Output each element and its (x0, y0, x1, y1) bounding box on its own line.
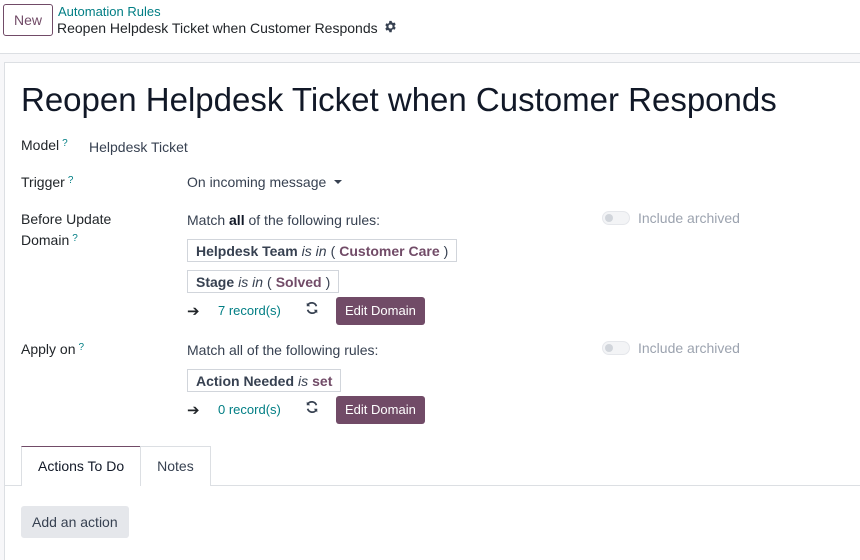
domain-rule-chip[interactable]: Action Needed is set (187, 369, 342, 392)
rule-title[interactable]: Reopen Helpdesk Ticket when Customer Res… (21, 81, 777, 119)
domain-rule-chip[interactable]: Stage is in ( Solved ) (187, 270, 340, 293)
rule-operator: is (298, 372, 309, 389)
include-archived-label: Include archived (638, 340, 740, 356)
rule-close-paren: ) (443, 242, 449, 259)
refresh-icon[interactable] (305, 301, 319, 318)
rule-open-paren: ( (330, 242, 336, 259)
include-archived-label: Include archived (638, 210, 740, 226)
record-name-text: Reopen Helpdesk Ticket when Customer Res… (57, 20, 378, 36)
before-update-include-archived[interactable]: Include archived (602, 210, 740, 226)
trigger-label-text: Trigger (21, 174, 65, 190)
apply-on-records-link[interactable]: 0 record(s) (218, 402, 281, 417)
apply-on-match-text: Match all of the following rules: (187, 342, 379, 358)
model-value: Helpdesk Ticket (89, 139, 188, 155)
match-suffix: of the following rules: (244, 212, 380, 228)
model-label: Model? (21, 135, 68, 156)
domain-rule-chip[interactable]: Helpdesk Team is in ( Customer Care ) (187, 239, 458, 262)
notebook-tabs: Actions To Do Notes (21, 446, 211, 486)
apply-on-label: Apply on? (21, 339, 84, 360)
breadcrumb-current-record: Reopen Helpdesk Ticket when Customer Res… (57, 20, 397, 36)
include-archived-toggle[interactable] (602, 341, 630, 355)
match-prefix: Match (187, 212, 230, 228)
control-panel: New Automation Rules Reopen Helpdesk Tic… (0, 0, 860, 54)
model-help-icon[interactable]: ? (62, 138, 68, 149)
match-all-keyword: all (229, 212, 245, 228)
arrow-right-icon: ➔ (187, 402, 200, 419)
arrow-right-icon: ➔ (187, 303, 200, 320)
rule-operator: is in (238, 273, 264, 290)
rule-field: Action Needed (196, 372, 295, 389)
rule-value: Solved (275, 273, 322, 290)
trigger-select[interactable]: On incoming message (187, 174, 343, 190)
chevron-down-icon (334, 180, 343, 184)
tab-notes[interactable]: Notes (140, 446, 211, 486)
gear-icon[interactable] (384, 20, 397, 36)
model-label-text: Model (21, 137, 60, 153)
rule-field: Helpdesk Team (196, 242, 298, 259)
before-update-label-line1: Before Update (21, 211, 112, 227)
apply-on-help-icon[interactable]: ? (78, 342, 84, 353)
before-update-match-text: Match all of the following rules: (187, 212, 380, 228)
rule-close-paren: ) (325, 273, 331, 290)
apply-on-include-archived[interactable]: Include archived (602, 340, 740, 356)
refresh-icon[interactable] (305, 400, 319, 417)
before-update-label-line2: Domain (21, 232, 70, 248)
rule-value: Customer Care (339, 242, 440, 259)
rule-open-paren: ( (267, 273, 272, 290)
before-update-help-icon[interactable]: ? (72, 233, 78, 244)
tab-actions-to-do[interactable]: Actions To Do (21, 446, 142, 486)
trigger-label: Trigger? (21, 172, 73, 193)
include-archived-toggle[interactable] (602, 211, 630, 225)
before-update-domain-label: Before Update Domain? (21, 209, 111, 251)
apply-on-label-text: Apply on (21, 341, 76, 357)
edit-domain-button[interactable]: Edit Domain (336, 297, 425, 325)
add-action-button[interactable]: Add an action (21, 506, 129, 538)
new-button[interactable]: New (3, 4, 53, 36)
rule-field: Stage (196, 273, 235, 290)
rule-value: set (312, 372, 333, 389)
trigger-value: On incoming message (187, 174, 327, 190)
form-sheet: Reopen Helpdesk Ticket when Customer Res… (4, 62, 860, 560)
before-update-records-link[interactable]: 7 record(s) (218, 303, 281, 318)
rule-operator: is in (301, 242, 327, 259)
edit-domain-button[interactable]: Edit Domain (336, 396, 425, 424)
trigger-help-icon[interactable]: ? (68, 175, 74, 186)
breadcrumb-automation-rules[interactable]: Automation Rules (58, 4, 161, 19)
